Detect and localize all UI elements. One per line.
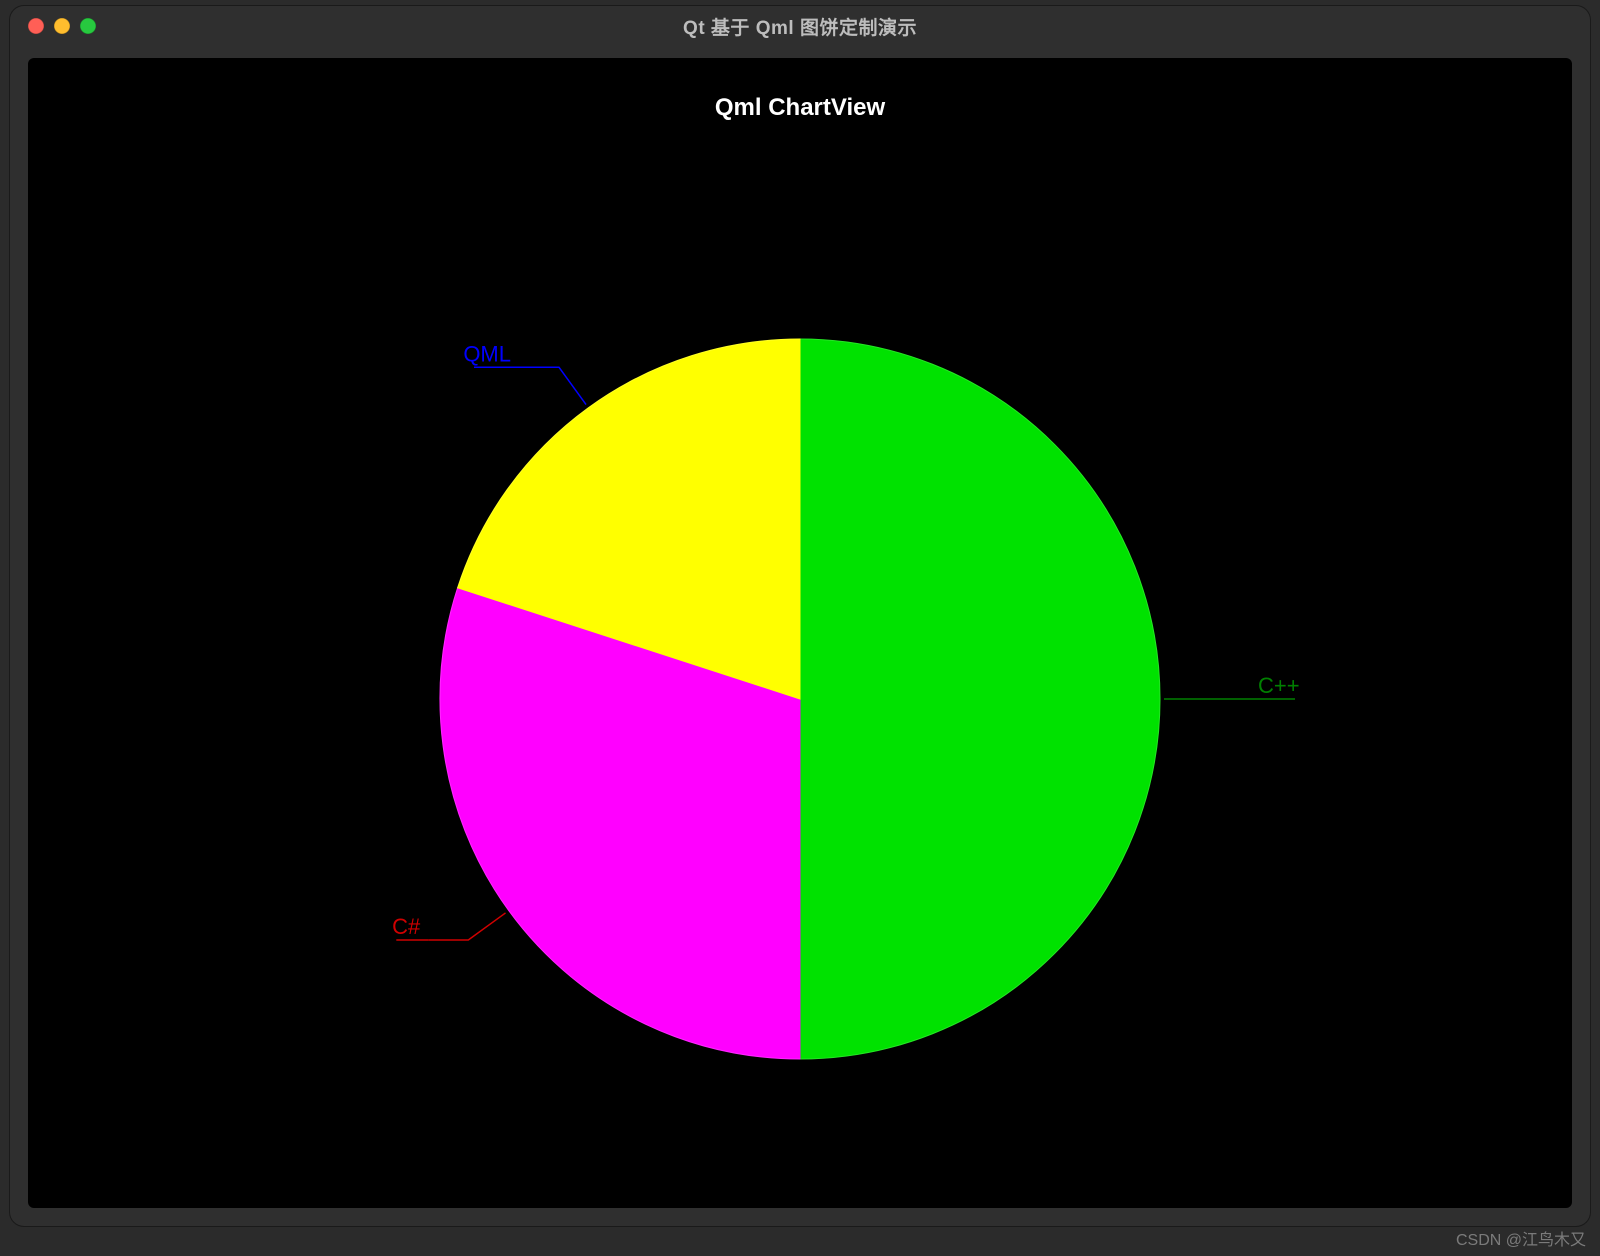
pie-chart: C++ C# QML (100, 179, 1500, 1179)
pie-slice-c[interactable] (800, 339, 1160, 1059)
slice-label: C# (392, 914, 421, 939)
window-controls (28, 18, 96, 34)
app-window: Qt 基于 Qml 图饼定制演示 Qml ChartView C++ C# QML (10, 6, 1590, 1226)
maximize-icon[interactable] (80, 18, 96, 34)
minimize-icon[interactable] (54, 18, 70, 34)
leader-line (428, 913, 505, 940)
watermark: CSDN @江鸟木又 (1456, 1226, 1586, 1250)
leader-line (519, 367, 586, 404)
slice-label: QML (463, 341, 511, 366)
chart-area: Qml ChartView C++ C# QML (28, 58, 1572, 1208)
titlebar: Qt 基于 Qml 图饼定制演示 (10, 6, 1590, 46)
chart-title: Qml ChartView (28, 58, 1572, 122)
slice-label: C++ (1258, 673, 1300, 698)
window-title: Qt 基于 Qml 图饼定制演示 (683, 13, 917, 40)
close-icon[interactable] (28, 18, 44, 34)
